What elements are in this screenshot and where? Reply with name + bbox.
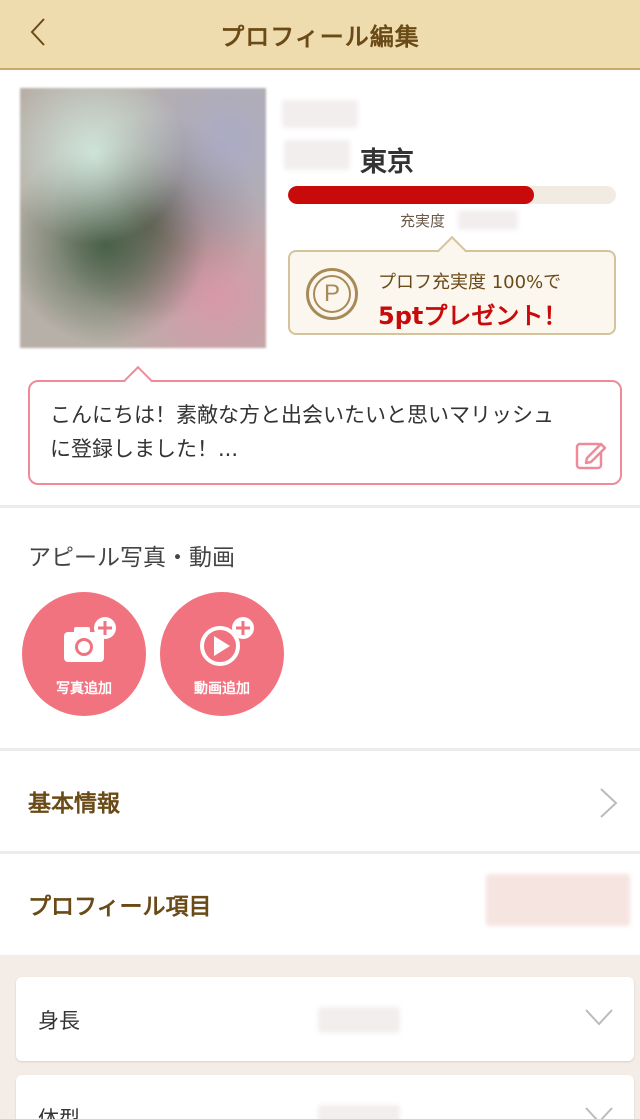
age-redacted [284, 140, 350, 170]
self-intro-box[interactable]: こんにちは！素敵な方と出会いたいと思いマリッシュに登録しました！... [28, 365, 622, 485]
item-height[interactable]: 身長 [16, 977, 634, 1061]
page-title: プロフィール編集 [220, 22, 420, 51]
bonus-text: プロフ充実度 100%で [378, 272, 562, 293]
app-header: プロフィール編集 [0, 0, 640, 70]
basic-info-label: 基本情報 [28, 791, 120, 817]
basic-info-row[interactable]: 基本情報 [0, 751, 640, 851]
point-coin-icon: P [306, 268, 358, 320]
chevron-left-icon [30, 18, 45, 46]
item-value-redacted [318, 1007, 400, 1033]
completeness-fill [288, 186, 534, 204]
item-body-type[interactable]: 体型 [16, 1075, 634, 1119]
profile-items-label: プロフィール項目 [28, 894, 212, 920]
add-photo-button[interactable]: 写真追加 [22, 592, 146, 716]
video-plus-icon [200, 617, 254, 666]
bonus-banner: P プロフ充実度 100%で 5ptプレゼント！ [288, 235, 616, 335]
nickname-redacted [282, 100, 358, 128]
item-label: 身長 [38, 1009, 80, 1033]
edit-icon[interactable] [574, 437, 608, 471]
appeal-section-title: アピール写真・動画 [28, 545, 235, 571]
profile-items-status-redacted [486, 874, 630, 926]
chevron-right-icon [600, 788, 618, 818]
completeness-bar [288, 186, 616, 204]
completeness-value-redacted [458, 210, 518, 230]
camera-plus-icon [64, 617, 116, 662]
item-label: 体型 [38, 1107, 80, 1119]
profile-photo[interactable] [20, 88, 266, 348]
self-intro-text: こんにちは！素敵な方と出会いたいと思いマリッシュに登録しました！... [50, 403, 554, 461]
bonus-pointer [437, 235, 467, 265]
back-button[interactable] [18, 12, 58, 52]
bonus-highlight: 5ptプレゼント！ [378, 302, 568, 330]
intro-pointer [123, 365, 153, 395]
prefecture: 東京 [360, 147, 414, 178]
chevron-down-icon [585, 1107, 613, 1119]
add-photo-label: 写真追加 [56, 681, 112, 697]
divider [0, 505, 640, 508]
add-video-label: 動画追加 [194, 681, 250, 697]
chevron-down-icon [585, 1009, 613, 1026]
completeness-label: 充実度 [400, 212, 446, 230]
item-value-redacted [318, 1105, 400, 1119]
add-video-button[interactable]: 動画追加 [160, 592, 284, 716]
